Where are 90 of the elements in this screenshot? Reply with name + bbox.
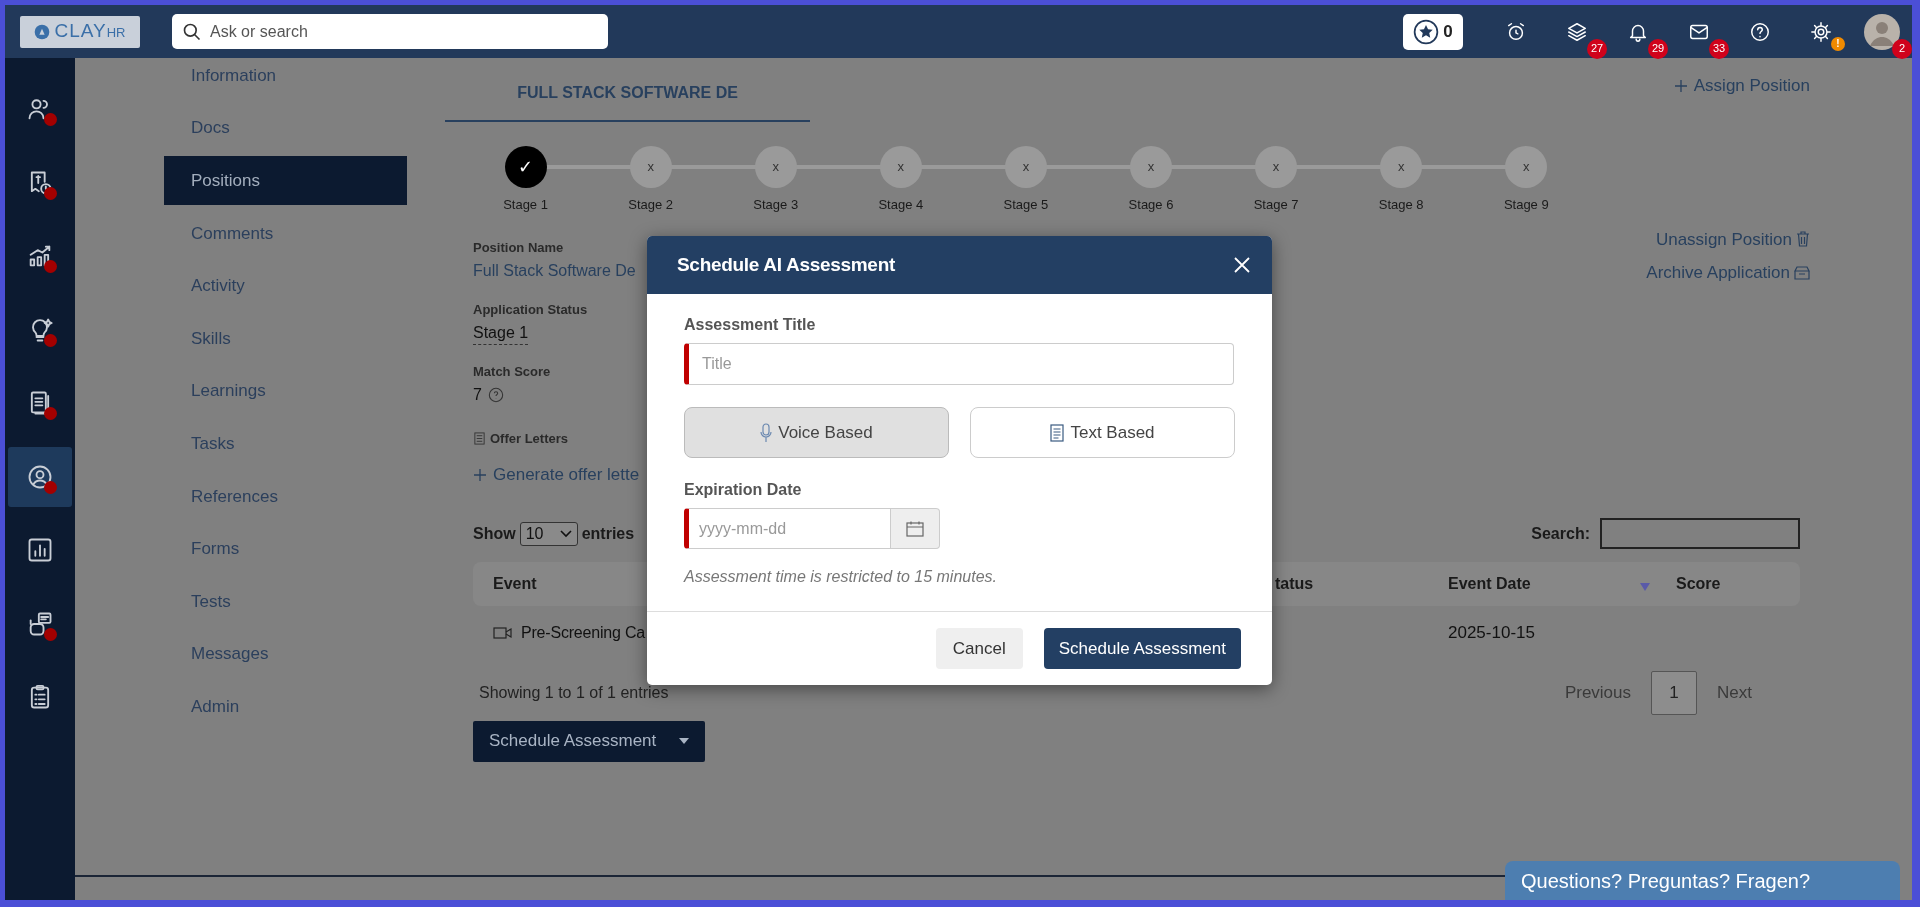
- column-header[interactable]: tatus: [1275, 571, 1314, 596]
- assessment-type-button[interactable]: Text Based: [970, 407, 1235, 458]
- nav-item[interactable]: Learnings: [164, 366, 407, 416]
- field-label: Application Status: [473, 300, 589, 318]
- show-label: Show: [473, 523, 516, 544]
- nav-item[interactable]: Skills: [164, 313, 407, 363]
- logo-text: CLAY: [54, 19, 107, 44]
- page-size-select[interactable]: 10: [519, 521, 578, 546]
- title-input-field[interactable]: Title: [684, 343, 1234, 385]
- layers-icon[interactable]: [1565, 20, 1588, 43]
- field-label: Position Name: [473, 238, 565, 256]
- dialog-title: Schedule AI Assessment: [677, 252, 895, 277]
- previous-page-link[interactable]: Previous: [1556, 679, 1640, 706]
- video-camera-icon: [493, 626, 513, 640]
- nav-item[interactable]: Docs: [164, 103, 407, 153]
- notification-badge: 27: [1587, 38, 1607, 59]
- trash-icon: [1796, 231, 1810, 248]
- document-icon: [473, 431, 486, 445]
- plus-icon: [1673, 78, 1688, 93]
- chevron-down-icon: [559, 529, 572, 538]
- generate-offer-letter-link[interactable]: Generate offer lette: [473, 462, 643, 488]
- notification-badge: !: [1831, 36, 1845, 51]
- assessment-type-button[interactable]: Voice Based: [684, 407, 949, 458]
- help-icon[interactable]: [1748, 20, 1771, 43]
- assign-position-link[interactable]: Assign Position: [1673, 73, 1810, 99]
- next-page-link[interactable]: Next: [1709, 679, 1760, 706]
- stage-label: Stage 5: [1003, 196, 1049, 214]
- nav-item[interactable]: Forms: [164, 524, 407, 574]
- nav-item[interactable]: Comments: [164, 208, 407, 258]
- search-icon: [182, 21, 202, 42]
- schedule-assessment-button[interactable]: Schedule Assessment: [1043, 628, 1241, 669]
- notification-badge: 33: [1709, 38, 1729, 59]
- column-header[interactable]: Score: [1676, 571, 1721, 596]
- table-cell-text: Pre-Screening Ca: [521, 623, 645, 643]
- column-header[interactable]: Event Date: [1448, 571, 1531, 596]
- nav-item[interactable]: References: [164, 471, 407, 521]
- position-name-link[interactable]: Full Stack Software De: [473, 258, 643, 283]
- microphone-icon: [760, 422, 773, 443]
- nav-item[interactable]: Information: [164, 58, 407, 100]
- notification-badge: 29: [1648, 38, 1668, 59]
- entries-label: entries: [581, 523, 635, 544]
- application-status: Stage 1: [473, 321, 529, 345]
- document-icon: [1050, 423, 1065, 442]
- table-info: Showing 1 to 1 of 1 entries: [479, 682, 669, 703]
- nav-item[interactable]: Tasks: [164, 419, 407, 469]
- cancel-button[interactable]: Cancel: [935, 628, 1023, 669]
- plus-icon: [473, 467, 487, 482]
- help-icon: [487, 386, 504, 403]
- logo-mark-icon: [34, 23, 51, 40]
- avatar[interactable]: [1863, 13, 1900, 50]
- settings-icon[interactable]: [1809, 20, 1832, 43]
- close-icon[interactable]: [1234, 257, 1250, 273]
- nav-item[interactable]: Tests: [164, 576, 407, 626]
- stage-label: Stage 9: [1503, 196, 1549, 214]
- field-label: Offer Letters: [490, 429, 569, 448]
- points-badge[interactable]: 0: [1403, 13, 1463, 50]
- nav-item[interactable]: Messages: [164, 629, 407, 679]
- unassign-position-link[interactable]: Unassign Position: [1655, 226, 1810, 252]
- stage-label: Stage 6: [1128, 196, 1174, 214]
- stage-label: Stage 2: [628, 196, 674, 214]
- help-chat-bar[interactable]: Questions? Preguntas? Fragen?: [1505, 861, 1900, 900]
- hint-text: Assessment time is restricted to 15 minutes.: [684, 567, 998, 587]
- nav-item[interactable]: Positions: [164, 156, 407, 206]
- caret-down-icon: [679, 738, 689, 744]
- notification-badge: 2: [1892, 38, 1912, 59]
- calendar-icon: [906, 520, 924, 537]
- stage-label: Stage 7: [1253, 196, 1299, 214]
- stage-label: Stage 3: [753, 196, 799, 214]
- table-cell-text: 2025-10-15: [1447, 622, 1536, 645]
- tab[interactable]: FULL STACK SOFTWARE DE: [445, 58, 810, 122]
- archive-application-link[interactable]: Archive Application: [1646, 260, 1810, 286]
- stage-label: Stage 1: [503, 196, 548, 214]
- points-count: 0: [1443, 20, 1453, 43]
- stage-label: Stage 8: [1378, 196, 1424, 214]
- table-search-field[interactable]: [1600, 518, 1800, 549]
- logo-suffix: HR: [106, 25, 126, 43]
- nav-item[interactable]: Admin: [164, 682, 407, 732]
- field-label: Expiration Date: [684, 480, 803, 500]
- bar-chart-icon: [26, 536, 54, 564]
- search-label: Search:: [1531, 523, 1590, 544]
- nav-item[interactable]: Activity: [164, 261, 407, 311]
- stage-label: Stage 4: [878, 196, 924, 214]
- rail-item[interactable]: [8, 446, 72, 507]
- match-score: 7: [473, 384, 482, 405]
- field-label: Match Score: [473, 362, 552, 380]
- column-header[interactable]: Event: [493, 571, 537, 596]
- field-label: Assessment Title: [684, 315, 817, 335]
- page-button[interactable]: 1: [1651, 670, 1698, 715]
- schedule-assessment-button[interactable]: Schedule Assessment: [473, 720, 705, 762]
- archive-box-icon: [1794, 265, 1810, 280]
